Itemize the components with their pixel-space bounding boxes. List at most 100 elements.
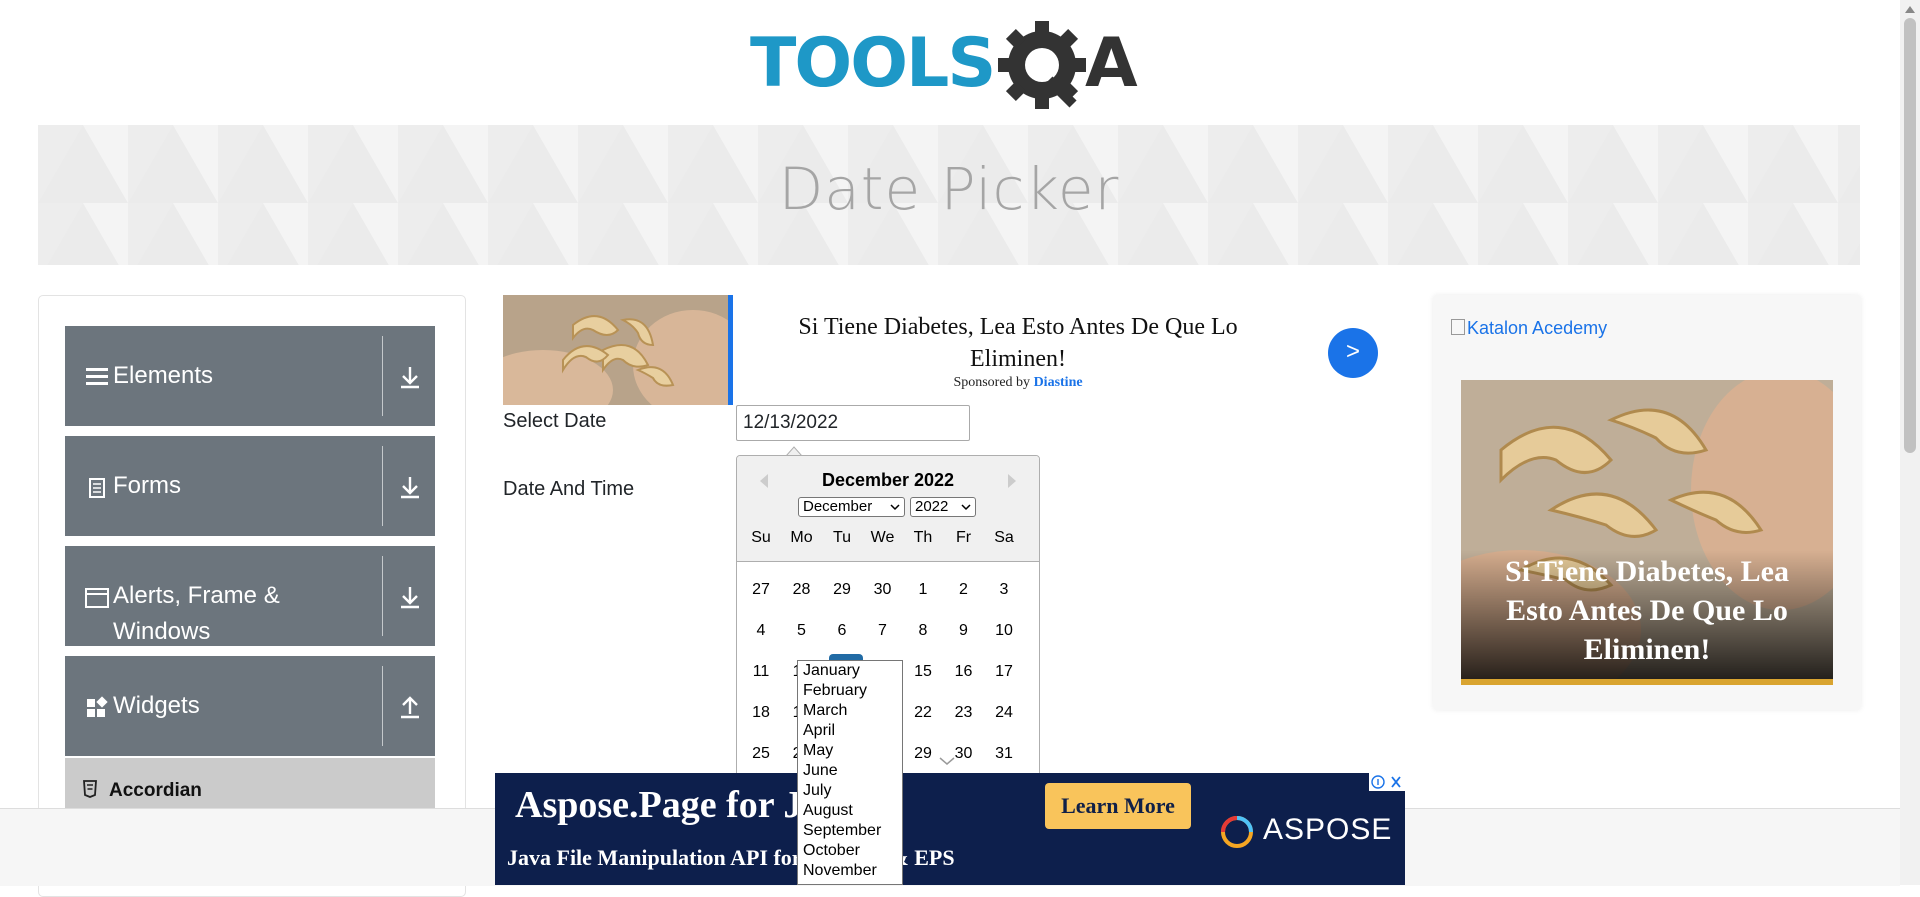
date-and-time-label: Date And Time [503, 478, 635, 500]
scrollbar-thumb[interactable] [1904, 18, 1916, 453]
caption-line1: Si Tiene Diabetes, Lea [1505, 555, 1789, 588]
logo-gear-icon [998, 21, 1086, 109]
month-option[interactable]: October [803, 841, 860, 861]
logo-tools-text: TOOLS [750, 24, 994, 103]
sidebar-group-forms[interactable]: Forms [65, 436, 435, 536]
month-option[interactable]: November [803, 861, 877, 881]
caption-line3: Eliminen! [1583, 633, 1711, 666]
ad-image-cashews[interactable] [503, 295, 728, 405]
weekday-name: Su [751, 529, 771, 546]
chevron-down-icon [939, 757, 955, 765]
broken-image-icon [1451, 319, 1465, 335]
month-option[interactable]: September [803, 821, 881, 841]
sponsored-ad-right[interactable]: Katalon Acedemy Si Tiene Diabetes, Lea E… [1433, 295, 1861, 710]
month-select[interactable]: December [798, 497, 905, 517]
chevron-down-icon [890, 504, 900, 511]
calendar-day-outside-month[interactable]: 28 [785, 576, 819, 604]
ad-sponsored-prefix: Sponsored by [953, 375, 1031, 390]
weekday-name: Fr [955, 529, 972, 546]
divider [382, 666, 383, 746]
ad-right-caption: Si Tiene Diabetes, Lea Esto Antes De Que… [1461, 552, 1833, 669]
calendar-day[interactable]: 11 [744, 658, 778, 686]
month-option[interactable]: July [803, 781, 831, 801]
calendar-day[interactable]: 6 [825, 617, 859, 645]
ad-accent-bar [728, 295, 733, 405]
calendar-day[interactable]: 3 [987, 576, 1021, 604]
calendar-day-outside-month[interactable]: 30 [866, 576, 900, 604]
calendar-day[interactable]: 29 [906, 740, 940, 768]
sidebar-group-alerts-frame-windows[interactable]: Alerts, Frame & Windows [65, 546, 435, 646]
month-option[interactable]: April [803, 721, 835, 741]
toolsqa-logo[interactable]: TOOLS A [750, 18, 1155, 113]
caption-line2: Esto Antes De Que Lo [1506, 594, 1788, 627]
year-select[interactable]: 2022 [910, 497, 976, 517]
calendar-day[interactable]: 4 [744, 617, 778, 645]
calendar-day[interactable]: 8 [906, 617, 940, 645]
calendar-day[interactable]: 24 [987, 699, 1021, 727]
weekday-name: Sa [994, 529, 1014, 546]
month-option[interactable]: March [803, 701, 847, 721]
calendar-day[interactable]: 2 [947, 576, 981, 604]
select-date-label: Select Date [503, 410, 607, 432]
sidebar-group-widgets[interactable]: Widgets [65, 656, 435, 756]
calendar-day[interactable]: 17 [987, 658, 1021, 686]
month-option[interactable]: February [803, 681, 867, 701]
ad-headline[interactable]: Si Tiene Diabetes, Lea Esto Antes De Que… [773, 311, 1263, 375]
calendar-day-outside-month[interactable]: 27 [744, 576, 778, 604]
next-month-icon[interactable] [1005, 472, 1019, 490]
sidebar-group-label: Elements [113, 362, 214, 389]
calendar-day[interactable]: 31 [987, 740, 1021, 768]
ad-choices-close-icon[interactable] [1369, 773, 1405, 791]
page-banner: Date Picker [38, 125, 1860, 265]
logo-a-text: A [1085, 24, 1138, 103]
calendar-day[interactable]: 22 [906, 699, 940, 727]
calendar-day[interactable]: 5 [785, 617, 819, 645]
download-arrow-icon[interactable] [395, 582, 425, 612]
aspose-brand: ASPOSE [1263, 813, 1393, 846]
calendar-day[interactable]: 1 [906, 576, 940, 604]
upload-arrow-icon[interactable] [395, 692, 425, 722]
calendar-day[interactable]: 9 [947, 617, 981, 645]
weekday-name: Tu [832, 529, 852, 546]
month-option[interactable]: August [803, 801, 853, 821]
ad-sponsored-by: Sponsored by Diastine [773, 375, 1263, 391]
ad-headline-line1: Si Tiene Diabetes, Lea Esto Antes De Que… [798, 314, 1238, 340]
menu-icon [86, 368, 108, 385]
sidebar-group-label-line2: Windows [113, 618, 211, 645]
chevron-down-icon [961, 504, 971, 511]
learn-more-button[interactable]: Learn More [1045, 783, 1191, 829]
sidebar-group-label: Forms [113, 472, 181, 499]
sponsored-ad-top[interactable]: Si Tiene Diabetes, Lea Esto Antes De Que… [503, 295, 1383, 405]
download-arrow-icon[interactable] [395, 472, 425, 502]
calendar-day[interactable]: 16 [947, 658, 981, 686]
ad-image-cashews-large[interactable]: Si Tiene Diabetes, Lea Esto Antes De Que… [1461, 380, 1833, 685]
download-arrow-icon[interactable] [395, 362, 425, 392]
sidebar-item-label: Accordian [109, 780, 202, 801]
calendar-day[interactable]: 7 [866, 617, 900, 645]
calendar-day[interactable]: 10 [987, 617, 1021, 645]
divider [382, 336, 383, 416]
calendar-day[interactable]: 25 [744, 740, 778, 768]
ad-sponsor-link[interactable]: Diastine [1034, 375, 1083, 390]
sidebar-group-elements[interactable]: Elements [65, 326, 435, 426]
sidebar-group-label: Widgets [113, 692, 200, 719]
aspose-ad-banner[interactable]: Aspose.Page for Java Java File Manipulat… [495, 773, 1405, 885]
month-dropdown-list[interactable]: January February March April May June July Augu… [797, 660, 903, 885]
month-option[interactable]: June [803, 761, 838, 781]
calendar-day[interactable]: 15 [906, 658, 940, 686]
month-option[interactable]: May [803, 741, 833, 761]
page-scrollbar[interactable] [1900, 0, 1920, 885]
katalon-academy-link[interactable]: Katalon Acedemy [1451, 318, 1607, 339]
html5-icon [83, 780, 97, 798]
cashew-photo [503, 295, 728, 405]
sidebar-group-label: Alerts, Frame & [113, 582, 280, 609]
calendar-day-outside-month[interactable]: 29 [825, 576, 859, 604]
scroll-up-arrow-icon[interactable] [1905, 5, 1915, 13]
ad-next-button[interactable]: > [1328, 328, 1378, 378]
widgets-icon [87, 696, 108, 717]
calendar-current-month: December 2022 [821, 470, 955, 490]
month-option[interactable]: January [803, 661, 860, 681]
calendar-day[interactable]: 18 [744, 699, 778, 727]
select-date-input[interactable] [736, 405, 970, 441]
calendar-day[interactable]: 23 [947, 699, 981, 727]
